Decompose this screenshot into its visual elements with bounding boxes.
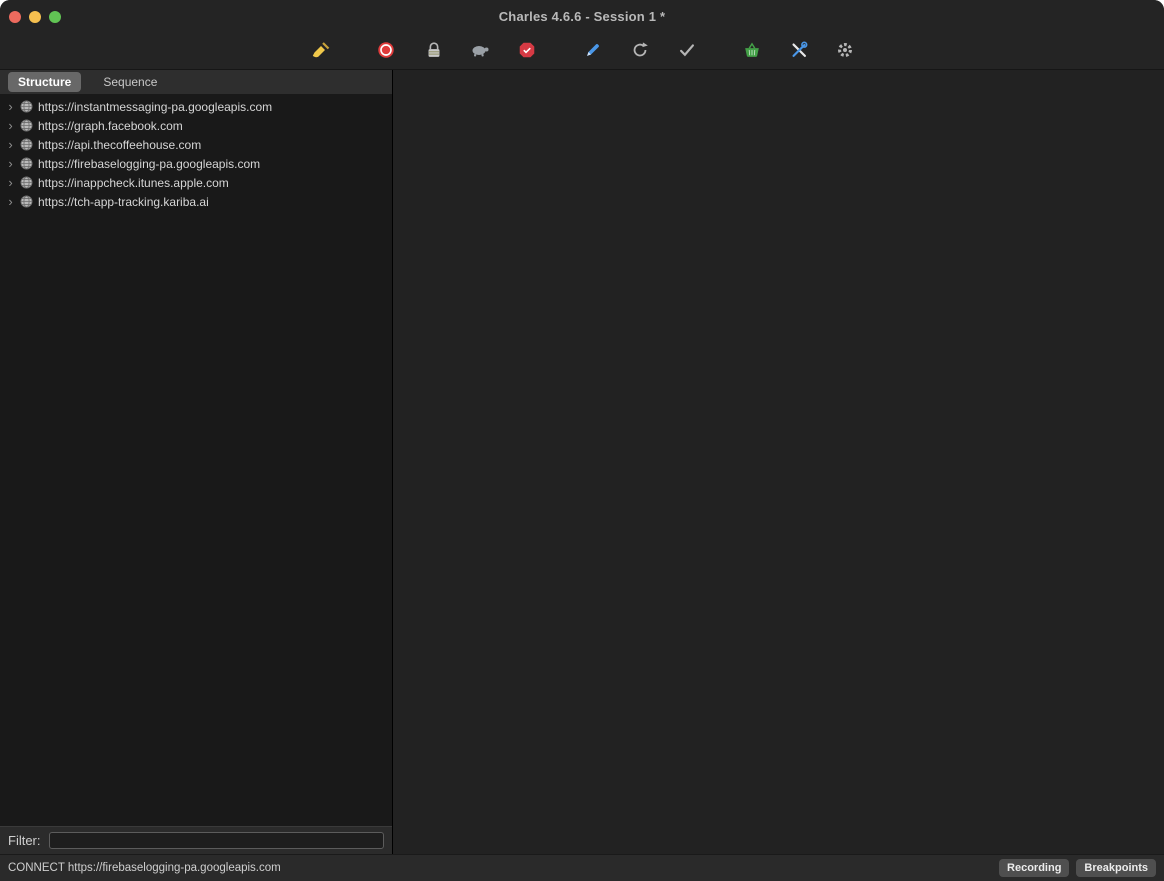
filter-label: Filter: bbox=[8, 833, 41, 848]
validate-button[interactable] bbox=[674, 39, 700, 65]
window-title: Charles 4.6.6 - Session 1 * bbox=[499, 9, 666, 24]
tree-row[interactable]: › https://instantmessaging-pa.googleapis… bbox=[0, 97, 392, 116]
globe-icon bbox=[20, 138, 33, 151]
close-button[interactable] bbox=[9, 11, 21, 23]
toolbar bbox=[0, 33, 1164, 70]
disclosure-chevron-icon[interactable]: › bbox=[6, 157, 15, 170]
tab-structure[interactable]: Structure bbox=[8, 72, 81, 92]
check-icon bbox=[677, 40, 697, 65]
host-tree: › https://instantmessaging-pa.googleapis… bbox=[0, 94, 392, 826]
status-text: CONNECT https://firebaselogging-pa.googl… bbox=[8, 862, 992, 874]
record-button[interactable] bbox=[373, 39, 399, 65]
globe-icon bbox=[20, 119, 33, 132]
filter-bar: Filter: bbox=[0, 826, 392, 854]
broom-icon bbox=[310, 39, 332, 66]
basket-icon bbox=[742, 40, 762, 65]
host-label: https://api.thecoffeehouse.com bbox=[38, 138, 201, 152]
throttling-button[interactable] bbox=[467, 39, 493, 65]
tools-button[interactable] bbox=[786, 39, 812, 65]
traffic-lights bbox=[9, 11, 61, 23]
stop-octagon-icon bbox=[517, 40, 537, 65]
disclosure-chevron-icon[interactable]: › bbox=[6, 176, 15, 189]
status-bar: CONNECT https://firebaselogging-pa.googl… bbox=[0, 854, 1164, 881]
pen-icon bbox=[583, 40, 603, 65]
minimize-button[interactable] bbox=[29, 11, 41, 23]
settings-button[interactable] bbox=[832, 39, 858, 65]
globe-icon bbox=[20, 176, 33, 189]
lock-icon bbox=[424, 40, 444, 65]
sidebar: Structure Sequence › https://instantmess… bbox=[0, 70, 393, 854]
shopping-basket-button[interactable] bbox=[739, 39, 765, 65]
main-panel bbox=[393, 70, 1164, 854]
tree-row[interactable]: › https://api.thecoffeehouse.com bbox=[0, 135, 392, 154]
disclosure-chevron-icon[interactable]: › bbox=[6, 195, 15, 208]
zoom-button[interactable] bbox=[49, 11, 61, 23]
sidebar-tab-bar: Structure Sequence bbox=[0, 70, 392, 94]
tree-row[interactable]: › https://graph.facebook.com bbox=[0, 116, 392, 135]
filter-input[interactable] bbox=[49, 832, 385, 849]
breakpoints-button[interactable] bbox=[514, 39, 540, 65]
host-label: https://firebaselogging-pa.googleapis.co… bbox=[38, 157, 260, 171]
title-bar: Charles 4.6.6 - Session 1 * bbox=[0, 0, 1164, 33]
repeat-button[interactable] bbox=[627, 39, 653, 65]
turtle-icon bbox=[469, 39, 491, 66]
host-label: https://tch-app-tracking.kariba.ai bbox=[38, 195, 209, 209]
recording-badge[interactable]: Recording bbox=[999, 859, 1069, 877]
host-label: https://instantmessaging-pa.googleapis.c… bbox=[38, 100, 272, 114]
content-area: Structure Sequence › https://instantmess… bbox=[0, 70, 1164, 854]
compose-button[interactable] bbox=[580, 39, 606, 65]
ssl-proxying-button[interactable] bbox=[421, 39, 447, 65]
wrench-screwdriver-icon bbox=[789, 40, 809, 65]
tree-row[interactable]: › https://firebaselogging-pa.googleapis.… bbox=[0, 154, 392, 173]
disclosure-chevron-icon[interactable]: › bbox=[6, 138, 15, 151]
gear-icon bbox=[835, 40, 855, 65]
tree-row[interactable]: › https://tch-app-tracking.kariba.ai bbox=[0, 192, 392, 211]
globe-icon bbox=[20, 157, 33, 170]
circular-arrow-icon bbox=[630, 40, 650, 65]
charles-window: Charles 4.6.6 - Session 1 * bbox=[0, 0, 1164, 881]
tab-sequence[interactable]: Sequence bbox=[93, 72, 167, 92]
globe-icon bbox=[20, 100, 33, 113]
host-label: https://inappcheck.itunes.apple.com bbox=[38, 176, 229, 190]
globe-icon bbox=[20, 195, 33, 208]
tree-row[interactable]: › https://inappcheck.itunes.apple.com bbox=[0, 173, 392, 192]
record-icon bbox=[376, 40, 396, 65]
disclosure-chevron-icon[interactable]: › bbox=[6, 119, 15, 132]
host-label: https://graph.facebook.com bbox=[38, 119, 183, 133]
disclosure-chevron-icon[interactable]: › bbox=[6, 100, 15, 113]
clear-session-button[interactable] bbox=[308, 39, 334, 65]
breakpoints-badge[interactable]: Breakpoints bbox=[1076, 859, 1156, 877]
